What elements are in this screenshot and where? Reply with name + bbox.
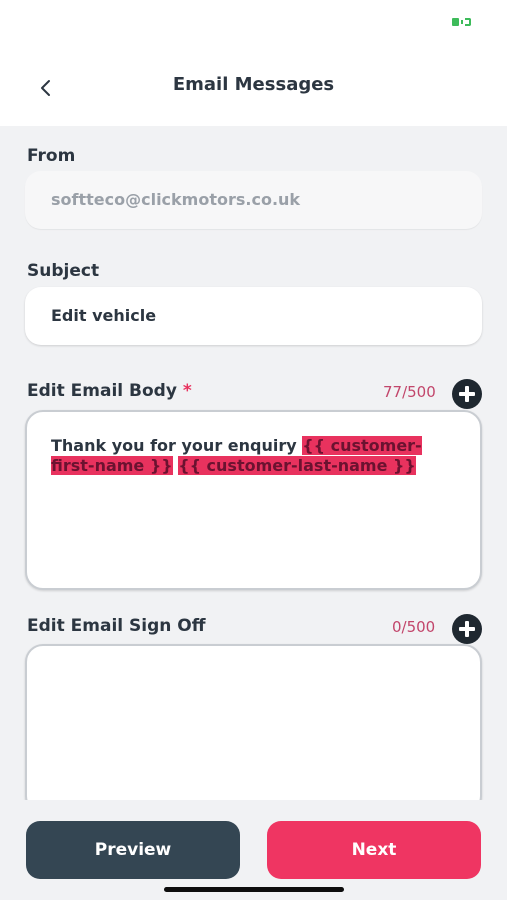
add-sign-off-placeholder-button[interactable] — [452, 614, 482, 644]
subject-value: Edit vehicle — [51, 306, 157, 325]
tag-customer-last-name: {{ customer-last-name }} — [178, 456, 416, 475]
from-value: softteco@clickmotors.co.uk — [51, 190, 301, 209]
sign-off-textarea[interactable] — [25, 644, 482, 814]
email-body-label: Edit Email Body * — [27, 381, 192, 401]
header: Email Messages — [0, 44, 507, 126]
home-indicator — [164, 887, 344, 892]
subject-input[interactable]: Edit vehicle — [25, 287, 482, 345]
battery-icon — [452, 17, 472, 27]
bottom-action-bar: Preview Next — [0, 800, 507, 900]
email-body-counter: 77/500 — [383, 383, 436, 401]
preview-button[interactable]: Preview — [26, 821, 240, 879]
page-title: Email Messages — [172, 74, 335, 95]
subject-label: Subject — [27, 261, 100, 281]
required-mark: * — [182, 381, 192, 401]
email-body-textarea[interactable]: Thank you for your enquiry {{ customer-f… — [25, 410, 482, 590]
from-label: From — [27, 146, 76, 166]
sign-off-counter: 0/500 — [392, 618, 436, 636]
status-bar — [0, 0, 507, 44]
email-body-content: Thank you for your enquiry {{ customer-f… — [51, 436, 451, 476]
add-placeholder-button[interactable] — [452, 379, 482, 409]
email-body-text: Thank you for your enquiry — [51, 436, 297, 455]
sign-off-label: Edit Email Sign Off — [27, 616, 206, 636]
from-field: softteco@clickmotors.co.uk — [25, 171, 482, 229]
next-button[interactable]: Next — [267, 821, 481, 879]
email-body-label-text: Edit Email Body — [27, 381, 177, 401]
